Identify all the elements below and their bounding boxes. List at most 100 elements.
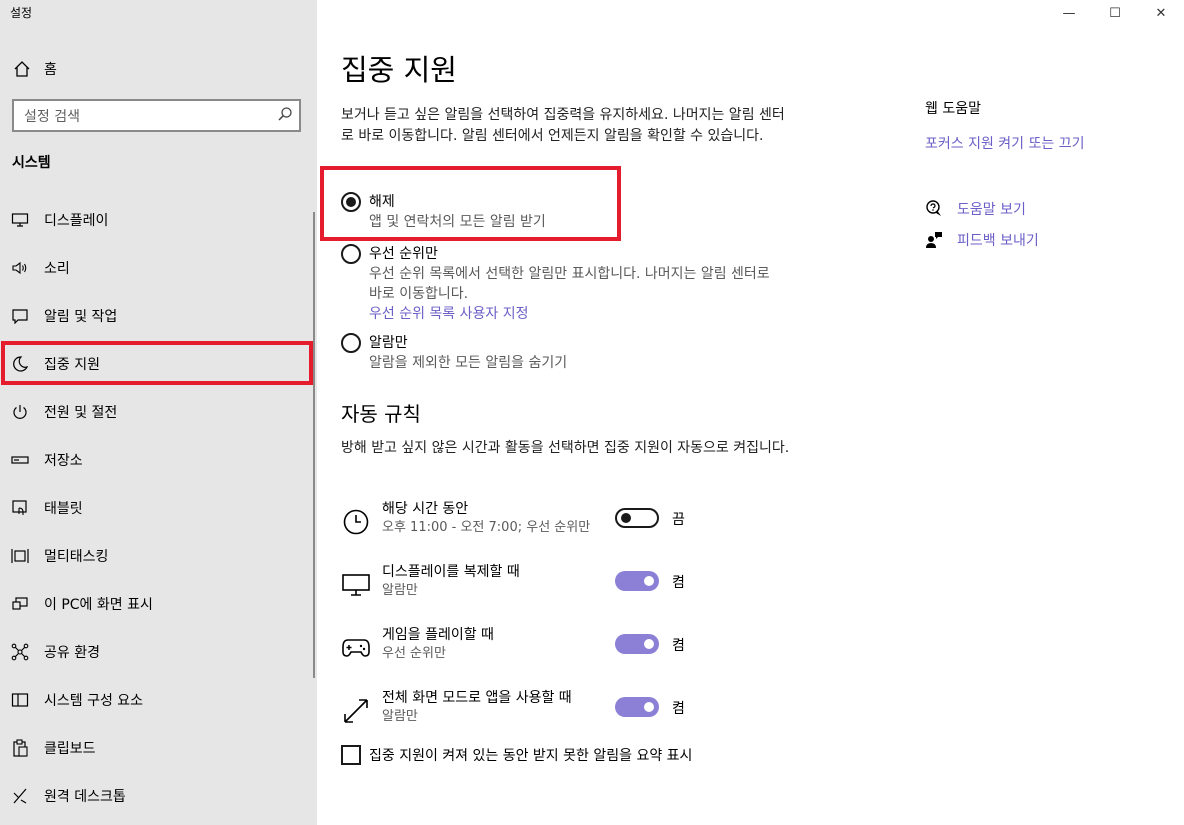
share-icon (10, 643, 30, 661)
sidebar-item-label: 클립보드 (44, 741, 96, 757)
radio-label: 우선 순위만 (369, 246, 438, 262)
send-feedback-label: 피드백 보내기 (957, 233, 1039, 249)
rule-sub[interactable]: 오후 11:00 - 오전 7:00; 우선 순위만 (382, 518, 590, 538)
sidebar-item-multitasking[interactable]: 멀티태스킹 (0, 532, 317, 580)
section-label-system: 시스템 (12, 155, 51, 171)
sidebar-item-clipboard[interactable]: 클립보드 (0, 724, 317, 772)
radio-sub: 앱 및 연락처의 모든 알림 받기 (369, 214, 546, 230)
rule-sub[interactable]: 우선 순위만 (382, 644, 446, 664)
sidebar: 설정 홈 설정 검색 시스템 디스플레이 소리 알림 및 작업 집중 지원 전원… (0, 0, 317, 825)
sidebar-item-display[interactable]: 디스플레이 (0, 196, 317, 244)
summary-checkbox-label[interactable]: 집중 지원이 켜져 있는 동안 받지 못한 알림을 요약 표시 (369, 745, 692, 765)
sidebar-item-label: 공유 환경 (44, 645, 100, 661)
sidebar-item-label: 집중 지원 (44, 357, 100, 373)
fullscreen-icon (341, 696, 371, 726)
home-icon (12, 60, 32, 78)
sidebar-item-label: 저장소 (44, 453, 83, 469)
sidebar-scrollbar[interactable] (313, 212, 315, 678)
radio-sub: 알람을 제외한 모든 알림을 숨기기 (369, 355, 568, 371)
storage-icon (10, 455, 30, 465)
rule-title: 해당 시간 동안 (382, 501, 469, 517)
sidebar-item-sound[interactable]: 소리 (0, 244, 317, 292)
radio-option-alarms-only[interactable]: 알람만 알람을 제외한 모든 알림을 숨기기 (341, 333, 789, 373)
app-title: 설정 (10, 6, 33, 20)
radio-button-off[interactable] (341, 192, 361, 212)
rule-during-these-times[interactable]: 해당 시간 동안 오후 11:00 - 오전 7:00; 우선 순위만 끔 (341, 499, 691, 543)
search-input[interactable]: 설정 검색 (12, 99, 301, 132)
project-icon (10, 596, 30, 612)
rule-state: 켬 (672, 575, 685, 591)
search-icon[interactable] (277, 106, 293, 126)
display-icon (10, 212, 30, 228)
rule-duplicating-display[interactable]: 디스플레이를 복제할 때 알람만 켬 (341, 562, 691, 606)
radio-label: 해제 (369, 194, 395, 210)
rule-state: 켬 (672, 638, 685, 654)
sidebar-item-focus-assist[interactable]: 집중 지원 (0, 340, 317, 388)
page-title: 집중 지원 (341, 53, 457, 87)
sidebar-item-power[interactable]: 전원 및 절전 (0, 388, 317, 436)
sidebar-item-label: 이 PC에 화면 표시 (44, 597, 153, 613)
sidebar-item-system-components[interactable]: 시스템 구성 요소 (0, 676, 317, 724)
sidebar-item-label: 태블릿 (44, 501, 83, 517)
toggle-knob (621, 513, 631, 523)
components-icon (10, 692, 30, 708)
radio-label: 알람만 (369, 335, 408, 351)
moon-icon (10, 355, 30, 373)
close-button[interactable]: ✕ (1138, 0, 1184, 26)
web-help-heading: 웹 도움말 (925, 101, 981, 117)
toggle-knob (644, 639, 654, 649)
get-help-link[interactable]: 도움말 보기 (925, 199, 1026, 219)
sidebar-item-label: 전원 및 절전 (44, 405, 118, 421)
sidebar-item-label: 소리 (44, 261, 70, 277)
radio-button-priority-only[interactable] (341, 244, 361, 264)
rule-toggle-times[interactable] (615, 508, 659, 528)
rule-sub[interactable]: 알람만 (382, 581, 418, 601)
sidebar-item-label: 시스템 구성 요소 (44, 693, 144, 709)
minimize-button[interactable]: — (1046, 0, 1092, 26)
get-help-label: 도움말 보기 (957, 202, 1026, 218)
customize-priority-list-link[interactable]: 우선 순위 목록 사용자 지정 (369, 304, 781, 324)
page-description: 보거나 듣고 싶은 알림을 선택하여 집중력을 유지하세요. 나머지는 알림 센… (341, 107, 785, 144)
toggle-knob (644, 702, 654, 712)
summary-checkbox[interactable] (341, 745, 361, 765)
rule-toggle-display[interactable] (615, 571, 659, 591)
sidebar-item-remote-desktop[interactable]: 원격 데스크톱 (0, 772, 317, 820)
radio-option-priority-only[interactable]: 우선 순위만 우선 순위 목록에서 선택한 알림만 표시합니다. 나머지는 알림… (341, 244, 781, 324)
multitasking-icon (10, 547, 30, 565)
sidebar-item-notifications[interactable]: 알림 및 작업 (0, 292, 317, 340)
automatic-rules-description: 방해 받고 싶지 않은 시간과 활동을 선택하면 집중 지원이 자동으로 켜집니… (341, 440, 790, 456)
power-icon (10, 403, 30, 421)
sidebar-item-project[interactable]: 이 PC에 화면 표시 (0, 580, 317, 628)
rule-sub[interactable]: 알람만 (382, 707, 418, 727)
rule-state: 켬 (672, 701, 685, 717)
rule-toggle-game[interactable] (615, 634, 659, 654)
toggle-knob (644, 576, 654, 586)
sidebar-item-tablet[interactable]: 태블릿 (0, 484, 317, 532)
gamepad-icon (341, 633, 371, 663)
chat-help-icon (925, 200, 943, 218)
focus-assist-help-link[interactable]: 포커스 지원 켜기 또는 끄기 (925, 133, 1084, 153)
feedback-icon (925, 231, 943, 249)
rule-title: 게임을 플레이할 때 (382, 627, 494, 643)
summary-checkbox-row[interactable]: 집중 지원이 켜져 있는 동안 받지 못한 알림을 요약 표시 (341, 745, 692, 765)
sidebar-home-label: 홈 (44, 62, 57, 78)
sidebar-item-label: 알림 및 작업 (44, 309, 118, 325)
maximize-button[interactable]: ☐ (1092, 0, 1138, 26)
clipboard-icon (10, 739, 30, 757)
rule-playing-game[interactable]: 게임을 플레이할 때 우선 순위만 켬 (341, 625, 691, 669)
sidebar-item-shared-experiences[interactable]: 공유 환경 (0, 628, 317, 676)
sidebar-home[interactable]: 홈 (0, 52, 317, 86)
speaker-icon (10, 260, 30, 276)
rule-fullscreen-app[interactable]: 전체 화면 모드로 앱을 사용할 때 알람만 켬 (341, 688, 691, 732)
monitor-icon (341, 570, 371, 600)
rule-toggle-fullscreen[interactable] (615, 697, 659, 717)
sidebar-nav: 디스플레이 소리 알림 및 작업 집중 지원 전원 및 절전 저장소 태블릿 멀… (0, 196, 317, 820)
sidebar-item-storage[interactable]: 저장소 (0, 436, 317, 484)
radio-option-off[interactable]: 해제 앱 및 연락처의 모든 알림 받기 (341, 192, 789, 232)
radio-sub: 우선 순위 목록에서 선택한 알림만 표시합니다. 나머지는 알림 센터로 바로… (369, 266, 770, 302)
radio-button-alarms-only[interactable] (341, 333, 361, 353)
notification-icon (10, 308, 30, 324)
rule-title: 전체 화면 모드로 앱을 사용할 때 (382, 690, 572, 706)
send-feedback-link[interactable]: 피드백 보내기 (925, 230, 1039, 250)
rule-title: 디스플레이를 복제할 때 (382, 564, 520, 580)
